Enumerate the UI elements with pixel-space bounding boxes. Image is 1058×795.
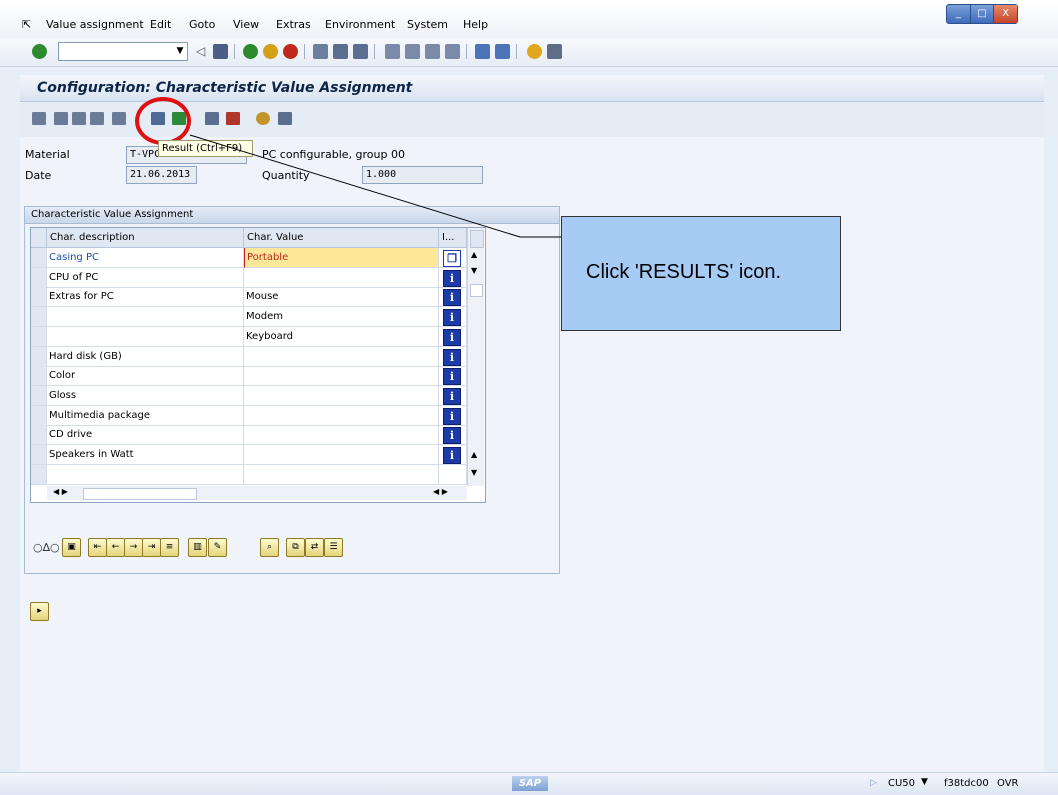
transaction-code: CU50 — [888, 778, 916, 789]
status-bar: SAP ▷ CU50 ▼ f38tdc00 OVR — [0, 772, 1058, 795]
status-dropdown-icon[interactable]: ▼ — [921, 777, 928, 787]
callout-text: Click 'RESULTS' icon. — [586, 261, 782, 283]
input-mode[interactable]: OVR — [997, 778, 1018, 789]
sap-logo: SAP — [512, 776, 548, 791]
server-name: f38tdc00 — [944, 778, 989, 789]
callout-connector — [189, 134, 561, 238]
status-expand-icon[interactable]: ▷ — [870, 778, 877, 788]
instruction-callout: Click 'RESULTS' icon. — [561, 216, 841, 331]
